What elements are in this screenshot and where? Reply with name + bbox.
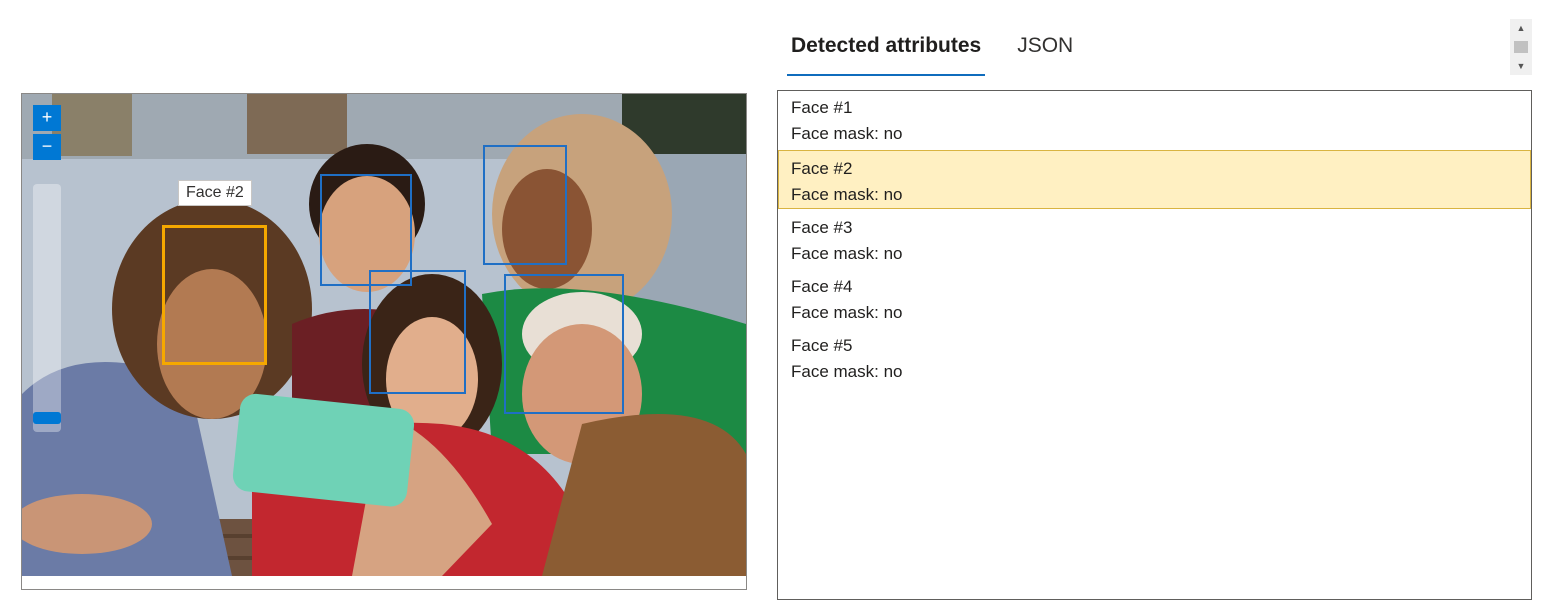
face-name: Face #3 <box>791 218 853 237</box>
face-mask-value: Face mask: no <box>791 244 903 263</box>
face-box-3[interactable] <box>483 145 567 265</box>
face-mask-value: Face mask: no <box>791 124 903 143</box>
tab-detected-attributes[interactable]: Detected attributes <box>787 30 986 76</box>
face-mask-value: Face mask: no <box>791 185 903 204</box>
zoom-in-button[interactable]: + <box>33 105 61 131</box>
face-list-item-4[interactable]: Face #4 Face mask: no <box>778 268 1531 327</box>
scrollbar[interactable]: ▲ ▼ <box>1510 19 1532 75</box>
image-viewer[interactable]: Face #2 + − <box>21 93 747 590</box>
face-box-4[interactable] <box>369 270 466 394</box>
zoom-slider[interactable] <box>33 184 61 432</box>
face-tooltip: Face #2 <box>178 180 252 206</box>
face-mask-value: Face mask: no <box>791 303 903 322</box>
face-list-item-2[interactable]: Face #2 Face mask: no <box>778 150 1531 209</box>
face-mask-value: Face mask: no <box>791 362 903 381</box>
attribute-tabs: Detected attributes JSON <box>787 30 1077 76</box>
face-name: Face #2 <box>791 159 853 178</box>
face-name: Face #4 <box>791 277 853 296</box>
face-list-item-3[interactable]: Face #3 Face mask: no <box>778 209 1531 268</box>
face-box-5[interactable] <box>504 274 624 414</box>
face-name: Face #5 <box>791 336 853 355</box>
scroll-down-icon[interactable]: ▼ <box>1510 59 1532 73</box>
zoom-out-button[interactable]: − <box>33 134 61 160</box>
scrollbar-thumb[interactable] <box>1514 41 1528 53</box>
face-name: Face #1 <box>791 98 853 117</box>
scroll-up-icon[interactable]: ▲ <box>1510 21 1532 35</box>
zoom-slider-handle[interactable] <box>33 412 61 424</box>
tab-json[interactable]: JSON <box>1013 30 1077 76</box>
face-list-item-1[interactable]: Face #1 Face mask: no <box>778 91 1531 150</box>
detected-attributes-list: Face #1 Face mask: no Face #2 Face mask:… <box>777 90 1532 600</box>
face-box-2[interactable] <box>162 225 267 365</box>
face-list-item-5[interactable]: Face #5 Face mask: no <box>778 327 1531 386</box>
